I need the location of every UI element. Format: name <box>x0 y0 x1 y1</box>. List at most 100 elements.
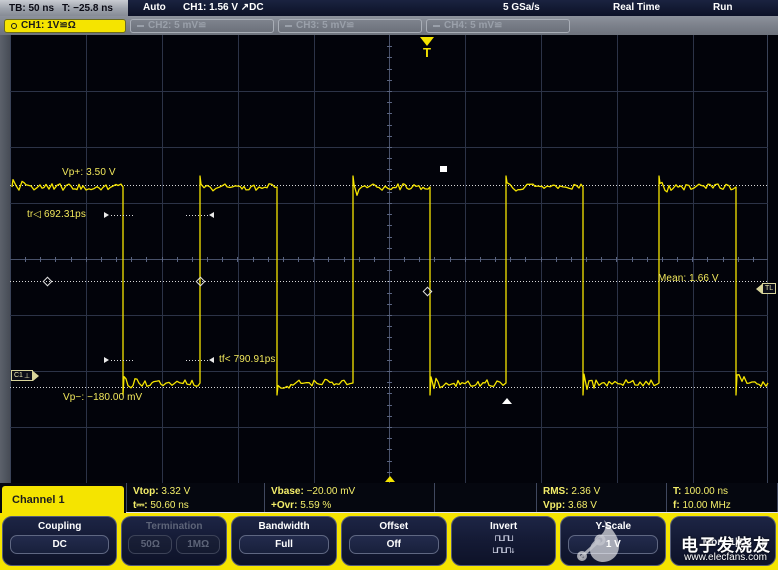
sample-rate: 5 GSa/s <box>503 2 540 13</box>
top-status-bar: TB: 50 ns T: −25.8 ns Auto CH1: 1.56 V ↗… <box>0 0 778 16</box>
softkey-bandwidth-title: Bandwidth <box>258 521 309 532</box>
softkey-invert[interactable]: Invert ⊓⊔⊓⊔ ⊔⊓⊔⊓↓ <box>451 516 557 566</box>
annotation-fall-time: tf< 790.91ps <box>219 354 276 365</box>
fall-cursor-right-arrow-icon <box>209 357 214 363</box>
watermark-url: www.elecfans.com <box>684 552 767 563</box>
softkey-bandwidth[interactable]: Bandwidth Full <box>231 516 337 566</box>
rise-cursor-right-arrow-icon <box>209 212 214 218</box>
measurement-label: +Ovr: <box>271 500 297 511</box>
softkey-termination-50ohm: 50Ω <box>128 535 172 554</box>
measurement-row: T: 100.00 ns <box>673 485 777 498</box>
ground-marker-label: C1 <box>14 372 23 379</box>
softkey-termination: Termination 50Ω 1MΩ <box>121 516 227 566</box>
measurement-row: Vpp: 3.68 V <box>543 499 666 512</box>
measurement-label: T: <box>673 486 681 497</box>
channel-tab-ch2-label: CH2: 5 mV≌ <box>148 20 206 31</box>
waveform-display[interactable]: T Vp+: 3.50 V tr◁ 692.31ps tf< 790.91ps … <box>0 35 778 483</box>
softkey-y-scale-value[interactable]: 1 V <box>568 535 658 554</box>
measurement-label: t⎓: <box>133 500 148 511</box>
trigger-level-label: TL <box>765 285 773 292</box>
measurement-row: f: 10.00 MHz <box>673 499 777 512</box>
softkey-termination-options: 50Ω 1MΩ <box>128 535 220 554</box>
trigger-source[interactable]: CH1: 1.56 V ↗DC <box>183 2 264 13</box>
measurement-cell-3-empty[interactable] <box>434 483 536 513</box>
channel-active-dot-icon <box>11 23 17 29</box>
measurement-cell-4[interactable]: RMS: 2.36 V Vpp: 3.68 V <box>536 483 666 513</box>
waveform-trace-ch1 <box>0 35 778 483</box>
marker-triangle-bottom-icon <box>502 398 512 404</box>
annotation-rise-time: tr◁ 692.31ps <box>27 209 86 220</box>
timebase-readout[interactable]: TB: 50 ns T: −25.8 ns <box>0 0 128 16</box>
fall-cursor-left-arrow-icon <box>104 357 109 363</box>
rise-cursor-left-arrow-icon <box>104 212 109 218</box>
measurement-value: 100.00 ns <box>684 486 728 497</box>
ground-marker-arrow-icon <box>33 371 39 381</box>
trigger-position-bottom-marker-icon <box>385 476 395 482</box>
trigger-t-label: T <box>423 48 431 58</box>
trace-path <box>12 176 768 395</box>
fall-cursor-right-line <box>186 360 208 361</box>
channel-tab-ch4[interactable]: CH4: 5 mV≌ <box>426 19 570 33</box>
rise-cursor-left-line <box>111 215 133 216</box>
trigger-level-box: TL <box>762 283 776 294</box>
channel-tab-ch1[interactable]: CH1: 1V≌Ω <box>4 19 126 33</box>
channel-off-dash-icon <box>433 25 440 27</box>
measurement-value: 3.32 V <box>161 486 190 497</box>
trigger-status-bar: Auto CH1: 1.56 V ↗DC 5 GSa/s Real Time R… <box>128 0 778 16</box>
softkey-offset-value[interactable]: Off <box>349 535 439 554</box>
measurement-value: −20.00 mV <box>307 486 356 497</box>
rise-cursor-right-line <box>186 215 208 216</box>
channel-tab-ch4-label: CH4: 5 mV≌ <box>444 20 502 31</box>
annotation-vp-plus: Vp+: 3.50 V <box>62 167 116 178</box>
timebase-value: 50 ns <box>28 3 54 14</box>
channel-tab-ch3-label: CH3: 5 mV≌ <box>296 20 354 31</box>
trigger-mode[interactable]: Auto <box>143 2 166 13</box>
measurement-row: Vbase: −20.00 mV <box>271 485 434 498</box>
trigger-level-marker[interactable]: TL <box>756 283 776 294</box>
softkey-termination-1megohm: 1MΩ <box>176 535 220 554</box>
channel-tab-ch3[interactable]: CH3: 5 mV≌ <box>278 19 422 33</box>
softkey-offset-title: Offset <box>379 521 408 532</box>
measurement-label: Vtop: <box>133 486 159 497</box>
measurement-value: 2.36 V <box>571 486 600 497</box>
softkey-coupling-title: Coupling <box>38 521 81 532</box>
softkey-more[interactable]: More 1|2 电子发烧友 www.elecfans.com <box>670 516 776 566</box>
channel-tab-ch1-label: CH1: 1V≌Ω <box>21 20 76 31</box>
softkey-coupling-value[interactable]: DC <box>10 535 109 554</box>
measurement-value: 10.00 MHz <box>682 500 730 511</box>
measurement-value: 50.60 ns <box>150 500 188 511</box>
measurement-cell-2[interactable]: Vbase: −20.00 mV +Ovr: 5.59 % <box>264 483 434 513</box>
softkey-invert-title: Invert <box>490 521 517 532</box>
softkey-termination-title: Termination <box>146 521 202 532</box>
invert-waveform-flipped-icon: ⊔⊓⊔⊓↓ <box>493 547 515 556</box>
measurement-row: RMS: 2.36 V <box>543 485 666 498</box>
channel-tab-row: CH1: 1V≌Ω CH2: 5 mV≌ CH3: 5 mV≌ CH4: 5 m… <box>0 16 778 35</box>
ground-marker-ch1[interactable]: C1⊥ <box>11 370 39 381</box>
measurement-cell-1[interactable]: Vtop: 3.32 V t⎓: 50.60 ns <box>126 483 264 513</box>
measurement-label: Vbase: <box>271 486 304 497</box>
measurement-cell-5[interactable]: T: 100.00 ns f: 10.00 MHz <box>666 483 778 513</box>
acquisition-mode: Real Time <box>613 2 660 13</box>
channel-off-dash-icon <box>285 25 292 27</box>
measurement-row: +Ovr: 5.59 % <box>271 499 434 512</box>
measurement-row: t⎓: 50.60 ns <box>133 499 264 512</box>
marker-square-top-icon <box>440 166 447 172</box>
measurement-label: f: <box>673 500 680 511</box>
run-state[interactable]: Run <box>713 2 732 13</box>
softkey-coupling[interactable]: Coupling DC <box>2 516 117 566</box>
trigger-pos-label: T: <box>62 3 70 14</box>
timebase-label: TB: <box>9 3 26 14</box>
invert-waveform-icon: ⊓⊔⊓⊔ <box>495 535 513 544</box>
channel-panel-title: Channel 1 <box>2 486 124 513</box>
softkey-bandwidth-value[interactable]: Full <box>239 535 329 554</box>
channel-tab-ch2[interactable]: CH2: 5 mV≌ <box>130 19 274 33</box>
annotation-mean: Mean: 1.66 V <box>658 273 719 284</box>
annotation-vp-minus: Vp−: −180.00 mV <box>63 392 142 403</box>
softkey-row: Coupling DC Termination 50Ω 1MΩ Bandwidt… <box>2 516 776 568</box>
softkey-offset[interactable]: Offset Off <box>341 516 447 566</box>
measurement-value: 3.68 V <box>568 500 597 511</box>
measurement-label: RMS: <box>543 486 569 497</box>
oscilloscope-screen: TB: 50 ns T: −25.8 ns Auto CH1: 1.56 V ↗… <box>0 0 778 570</box>
softkey-y-scale[interactable]: Y-Scale 1 V <box>560 516 666 566</box>
softkey-y-scale-title: Y-Scale <box>596 521 632 532</box>
